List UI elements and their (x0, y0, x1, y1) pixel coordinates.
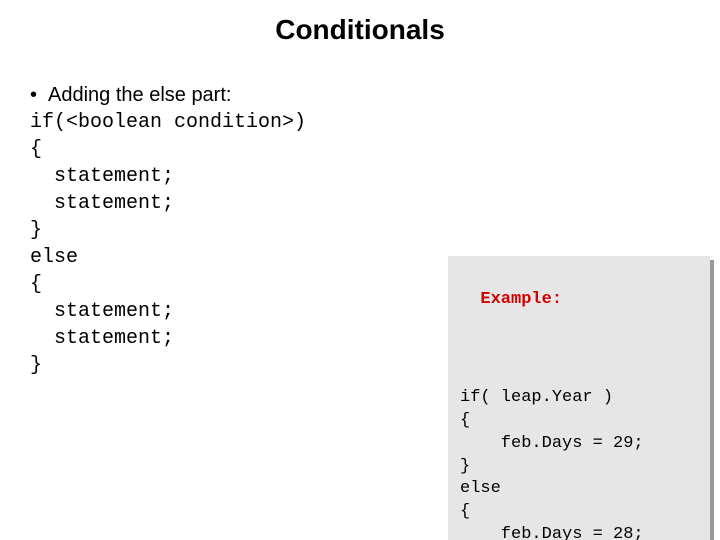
bullet-text: Adding the else part: (48, 82, 231, 109)
example-box: Example: if( leap.Year ) { feb.Days = 29… (448, 256, 710, 540)
slide-title: Conditionals (0, 14, 720, 46)
bullet-item: • Adding the else part: (30, 82, 690, 109)
example-code: if( leap.Year ) { feb.Days = 29; } else … (460, 387, 700, 540)
bullet-marker: • (30, 82, 48, 109)
example-label: Example: (480, 290, 562, 309)
